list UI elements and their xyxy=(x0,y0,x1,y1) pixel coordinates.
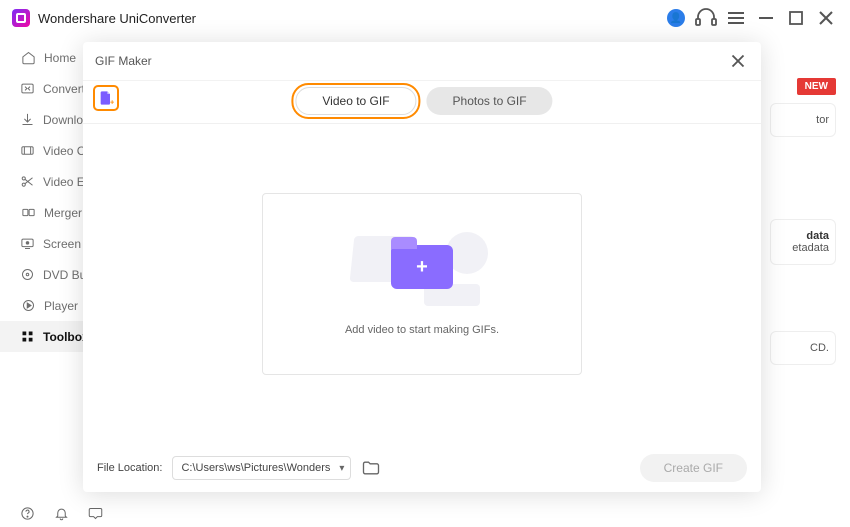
folder-plus-icon: + xyxy=(391,245,453,289)
panel-title: GIF Maker xyxy=(95,54,152,68)
sidebar: Home Converter Downloader Video Compress… xyxy=(0,36,85,499)
status-bar xyxy=(0,499,850,527)
new-badge: NEW xyxy=(797,78,836,95)
minimize-button[interactable] xyxy=(754,6,778,30)
tab-video-to-gif-highlight: Video to GIF xyxy=(291,83,420,119)
sidebar-item-player[interactable]: Player xyxy=(0,290,85,321)
add-video-dropzone[interactable]: + Add video to start making GIFs. xyxy=(262,193,582,375)
tab-label: Photos to GIF xyxy=(453,94,527,108)
converter-icon xyxy=(20,81,35,97)
record-icon xyxy=(20,236,35,252)
sidebar-item-label: Home xyxy=(44,51,76,65)
title-bar: Wondershare UniConverter 👤 xyxy=(0,0,850,36)
help-button[interactable] xyxy=(18,504,36,522)
file-location-label: File Location: xyxy=(97,462,162,474)
headset-icon xyxy=(694,6,718,30)
disc-icon xyxy=(20,267,35,283)
sidebar-item-dvd-burner[interactable]: DVD Burner xyxy=(0,259,85,290)
file-location-select[interactable]: C:\Users\ws\Pictures\Wonders xyxy=(172,456,351,480)
panel-toolbar: + Video to GIF Photos to GIF xyxy=(83,81,761,124)
open-folder-button[interactable] xyxy=(361,458,381,478)
merge-icon xyxy=(20,205,36,221)
notifications-button[interactable] xyxy=(52,504,70,522)
sidebar-item-label: Toolbox xyxy=(43,330,85,344)
scissors-icon xyxy=(20,174,35,190)
sidebar-item-label: Player xyxy=(44,299,78,313)
create-gif-label: Create GIF xyxy=(664,461,723,475)
maximize-icon xyxy=(784,6,808,30)
sidebar-item-converter[interactable]: Converter xyxy=(0,73,85,104)
main-area: Home Converter Downloader Video Compress… xyxy=(0,36,850,499)
dropzone-graphic: + xyxy=(352,232,492,302)
mode-tabs: Video to GIF Photos to GIF xyxy=(291,83,552,119)
file-location-value: C:\Users\ws\Pictures\Wonders xyxy=(181,462,330,474)
sidebar-item-label: Video Editor xyxy=(43,175,85,189)
right-card-fragment: tor xyxy=(770,103,836,137)
feedback-button[interactable] xyxy=(86,504,104,522)
sidebar-item-screen-recorder[interactable]: Screen Recorder xyxy=(0,228,85,259)
window-close-button[interactable] xyxy=(814,6,838,30)
tab-label: Video to GIF xyxy=(322,94,389,108)
compress-icon xyxy=(20,143,35,159)
hamburger-menu-button[interactable] xyxy=(724,6,748,30)
grid-icon xyxy=(20,329,35,345)
add-file-button[interactable]: + xyxy=(93,85,119,111)
panel-header: GIF Maker xyxy=(83,42,761,81)
file-plus-icon: + xyxy=(98,90,114,106)
support-button[interactable] xyxy=(694,6,718,30)
sidebar-item-merger[interactable]: Merger xyxy=(0,197,85,228)
gif-maker-panel: GIF Maker + Video to GIF Photos to GIF xyxy=(83,42,761,492)
panel-close-button[interactable] xyxy=(727,50,749,72)
sidebar-item-home[interactable]: Home xyxy=(0,42,85,73)
folder-icon xyxy=(361,458,381,478)
play-icon xyxy=(20,298,36,314)
sidebar-item-label: Screen Recorder xyxy=(43,237,85,251)
minimize-icon xyxy=(754,6,778,30)
sidebar-item-video-compressor[interactable]: Video Compressor xyxy=(0,135,85,166)
sidebar-item-label: Merger xyxy=(44,206,82,220)
svg-text:+: + xyxy=(110,98,114,106)
app-logo-icon xyxy=(12,9,30,27)
create-gif-button[interactable]: Create GIF xyxy=(640,454,747,482)
help-icon xyxy=(20,506,35,521)
download-icon xyxy=(20,112,35,128)
home-icon xyxy=(20,50,36,66)
sidebar-item-label: DVD Burner xyxy=(43,268,85,282)
sidebar-item-label: Video Compressor xyxy=(43,144,85,158)
panel-footer: File Location: C:\Users\ws\Pictures\Wond… xyxy=(83,444,761,492)
sidebar-item-video-editor[interactable]: Video Editor xyxy=(0,166,85,197)
right-card-fragment: data etadata xyxy=(770,219,836,265)
menu-icon xyxy=(724,6,748,30)
panel-body: + Add video to start making GIFs. xyxy=(83,124,761,444)
right-column-fragments: NEW tor data etadata CD. xyxy=(770,78,836,365)
tab-photos-to-gif[interactable]: Photos to GIF xyxy=(427,87,553,115)
app-title: Wondershare UniConverter xyxy=(38,11,196,26)
chat-icon xyxy=(88,506,103,521)
dropzone-text: Add video to start making GIFs. xyxy=(345,324,499,336)
sidebar-item-downloader[interactable]: Downloader xyxy=(0,104,85,135)
right-card-fragment: CD. xyxy=(770,331,836,365)
maximize-button[interactable] xyxy=(784,6,808,30)
close-icon xyxy=(814,6,838,30)
sidebar-item-label: Converter xyxy=(43,82,85,96)
sidebar-item-toolbox[interactable]: Toolbox xyxy=(0,321,85,352)
close-icon xyxy=(727,50,749,72)
sidebar-item-label: Downloader xyxy=(43,113,85,127)
user-account-button[interactable]: 👤 xyxy=(664,6,688,30)
tab-video-to-gif[interactable]: Video to GIF xyxy=(295,87,416,115)
bell-icon xyxy=(54,506,69,521)
